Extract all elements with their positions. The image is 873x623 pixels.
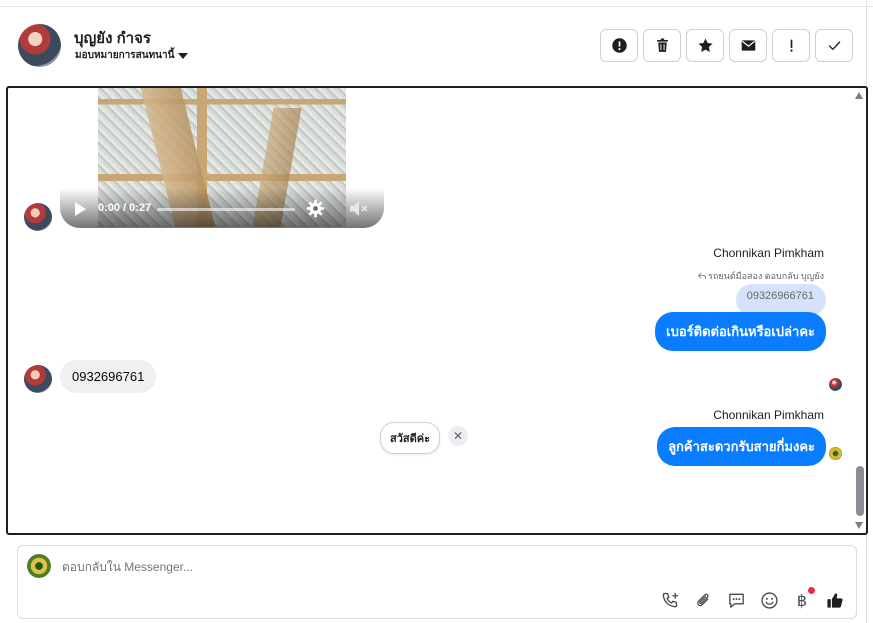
attach-button[interactable]: [692, 589, 714, 611]
thumbs-up-icon: [826, 592, 843, 608]
header-toolbar: [600, 29, 853, 62]
assign-conversation-dropdown[interactable]: มอบหมายการสนทนานี้: [75, 48, 189, 63]
scroll-up-arrow-icon[interactable]: [855, 92, 863, 99]
check-icon: [828, 41, 840, 51]
report-button[interactable]: [600, 29, 638, 62]
envelope-icon: [741, 40, 755, 51]
exclamation-icon: [789, 39, 793, 52]
mark-unread-button[interactable]: [729, 29, 767, 62]
page-avatar: [27, 554, 51, 578]
chat-bubble-icon: [728, 593, 744, 608]
phone-add-icon: [662, 592, 678, 607]
reply-composer: ฿: [17, 545, 857, 619]
reply-arrow-icon: [698, 272, 707, 279]
alert-circle-icon: [611, 38, 627, 53]
baht-icon: ฿: [796, 590, 808, 610]
sender-name: Chonnikan Pimkham: [713, 246, 824, 260]
message-thread[interactable]: 0:00 / 0:27 Chonnikan Pimkham รถยนต์มือส…: [6, 86, 868, 535]
incoming-message-bubble[interactable]: 0932696761: [60, 360, 157, 393]
contact-name[interactable]: บุญยัง กำจร: [74, 26, 151, 50]
sender-name: Chonnikan Pimkham: [713, 408, 824, 422]
reply-context-text: รถยนต์มือสอง ตอบกลับ บุญยัง: [708, 271, 824, 281]
outgoing-message-bubble[interactable]: เบอร์ติดต่อเกินหรือเปล่าคะ: [655, 312, 826, 351]
call-button[interactable]: [659, 589, 681, 611]
video-progress-track[interactable]: [157, 208, 295, 211]
close-icon[interactable]: ✕: [448, 426, 468, 446]
composer-toolbar: ฿: [659, 587, 846, 611]
emoji-button[interactable]: [758, 589, 780, 611]
scrollbar-thumb[interactable]: [856, 466, 864, 516]
inbox-conversation-view: บุญยัง กำจร มอบหมายการสนทนานี้ 0:00 / 0:…: [0, 0, 873, 623]
muted-speaker-icon[interactable]: [348, 199, 370, 218]
saved-replies-button[interactable]: [725, 589, 747, 611]
contact-avatar-small: [24, 203, 52, 231]
follow-up-button[interactable]: [772, 29, 810, 62]
reply-context: รถยนต์มือสอง ตอบกลับ บุญยัง: [698, 269, 824, 283]
notification-dot: [808, 587, 815, 594]
outgoing-message-bubble[interactable]: ลูกค้าสะดวกรับสายกี่มงคะ: [657, 427, 826, 466]
contact-avatar-small: [24, 365, 52, 393]
smiley-icon: [760, 591, 778, 609]
paperclip-icon: [696, 593, 709, 606]
conversation-header: บุญยัง กำจร มอบหมายการสนทนานี้: [18, 24, 853, 70]
payment-button[interactable]: ฿: [791, 587, 815, 611]
contact-avatar[interactable]: [18, 24, 61, 67]
like-button[interactable]: [824, 589, 846, 611]
top-divider: [0, 6, 873, 7]
trash-icon: [656, 38, 668, 52]
delete-button[interactable]: [643, 29, 681, 62]
star-icon: [697, 38, 713, 52]
gear-icon[interactable]: [306, 199, 325, 218]
assign-label: มอบหมายการสนทนานี้: [75, 50, 175, 61]
scroll-down-arrow-icon[interactable]: [855, 522, 863, 529]
page-seen-avatar: [829, 447, 842, 460]
mark-done-button[interactable]: [815, 29, 853, 62]
video-time: 0:00 / 0:27: [98, 202, 152, 214]
video-controls: 0:00 / 0:27: [60, 188, 384, 228]
quick-reply-chip[interactable]: สวัสดีค่ะ: [380, 422, 441, 454]
play-icon[interactable]: [75, 202, 86, 216]
seen-receipt-avatar: [829, 378, 842, 391]
caret-down-icon: [178, 52, 189, 59]
star-button[interactable]: [686, 29, 724, 62]
reply-input[interactable]: [62, 560, 662, 574]
